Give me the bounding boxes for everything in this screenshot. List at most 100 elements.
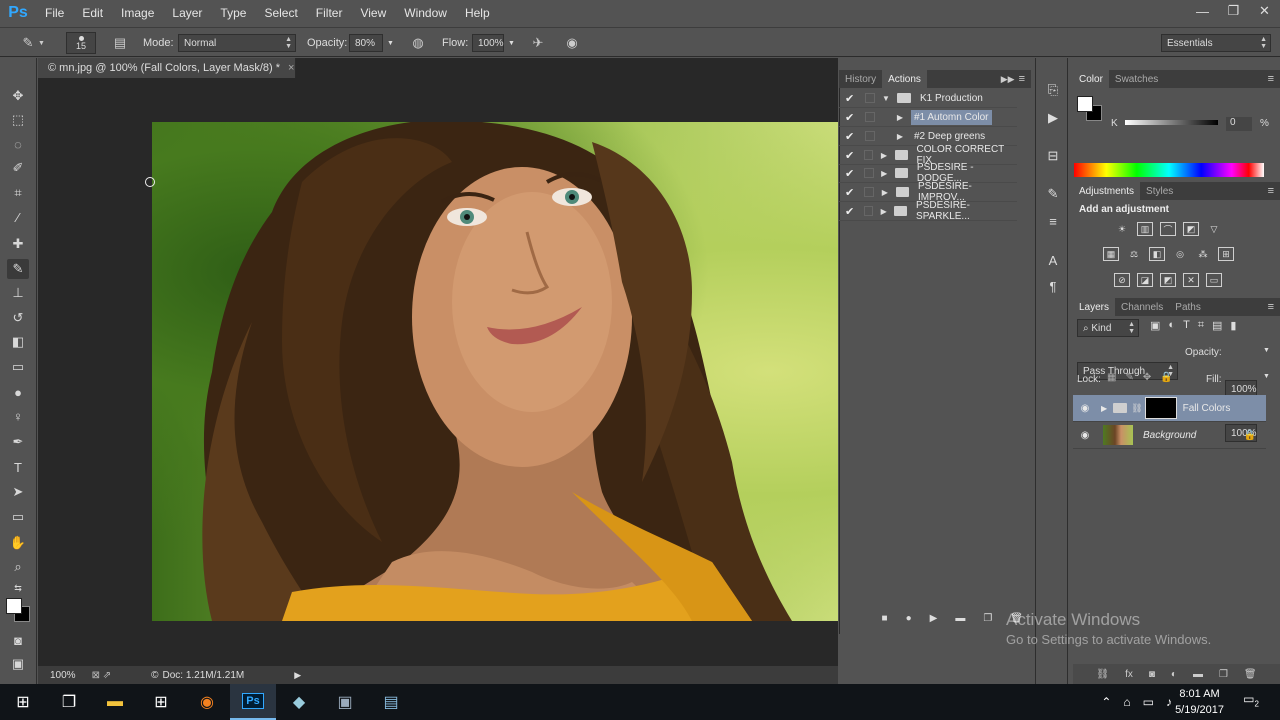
status-menu-arrow-icon[interactable]: ▶ xyxy=(294,670,301,681)
filter-type-icon[interactable]: T xyxy=(1183,319,1190,332)
link-layers-icon[interactable]: ⛓ xyxy=(1096,669,1109,680)
lasso-tool-icon[interactable]: ◌ xyxy=(7,134,29,154)
action-row[interactable]: ✔ ▶ PSDESIRE-SPARKLE... xyxy=(839,200,1017,222)
tool-preset-arrow-icon[interactable]: ▼ xyxy=(38,40,45,47)
clone-stamp-tool-icon[interactable]: ⊥ xyxy=(7,283,29,303)
toggle-check-icon[interactable]: ✔ xyxy=(845,167,856,180)
healing-brush-tool-icon[interactable]: ✚ xyxy=(7,234,29,254)
layer-name[interactable]: Background xyxy=(1143,430,1196,441)
zoom-tool-icon[interactable]: ⌕ xyxy=(7,557,29,577)
menu-type[interactable]: Type xyxy=(211,6,255,20)
play-icon[interactable]: ▶ xyxy=(930,613,938,624)
menu-image[interactable]: Image xyxy=(112,6,163,20)
mask-link-icon[interactable]: ⛓ xyxy=(1131,403,1142,414)
filter-toggle-icon[interactable]: ▮ xyxy=(1230,319,1236,332)
brush-tool-icon[interactable]: ✎ xyxy=(7,259,29,279)
marquee-tool-icon[interactable]: ⬚ xyxy=(7,110,29,130)
expand-icon[interactable]: ▶ xyxy=(880,169,889,178)
screen-mode-icon[interactable]: ▣ xyxy=(7,654,29,674)
move-tool-icon[interactable]: ✥ xyxy=(7,86,29,106)
collapse-icon[interactable]: ▼ xyxy=(881,94,891,103)
delete-layer-icon[interactable]: 🗑 xyxy=(1244,669,1257,680)
notification-icon[interactable]: ▭2 xyxy=(1241,692,1261,710)
new-layer-icon[interactable]: ❐ xyxy=(1219,669,1228,680)
status-icons[interactable]: ⊠ ⇗ xyxy=(92,670,112,681)
panel-menu-icon[interactable]: ≡ xyxy=(1268,301,1274,313)
tab-layers[interactable]: Layers xyxy=(1073,298,1116,316)
windows-start-icon[interactable]: ⊞ xyxy=(0,684,46,720)
hue-saturation-icon[interactable]: ▦ xyxy=(1103,247,1119,261)
app-icon[interactable]: ◉ xyxy=(184,684,230,720)
tab-adjustments[interactable]: Adjustments xyxy=(1073,182,1141,200)
display-icon[interactable]: ▭ xyxy=(1143,695,1154,709)
invert-icon[interactable]: ⊘ xyxy=(1114,273,1130,287)
character-panel-icon[interactable]: A xyxy=(1042,250,1064,270)
hand-tool-icon[interactable]: ✋ xyxy=(7,533,29,553)
menu-window[interactable]: Window xyxy=(395,6,456,20)
filter-smart-icon[interactable]: ▤ xyxy=(1212,319,1222,332)
layer-row[interactable]: ◉ ▶ ⛓ Fall Colors xyxy=(1073,395,1266,422)
flow-slider-arrow-icon[interactable]: ▼ xyxy=(508,40,515,47)
action-row[interactable]: ✔ ▼ K1 Production xyxy=(839,89,1017,108)
record-icon[interactable]: ● xyxy=(906,613,912,624)
stop-icon[interactable]: ■ xyxy=(882,613,888,624)
image-canvas[interactable] xyxy=(152,122,838,621)
filter-adjustment-icon[interactable]: ◐ xyxy=(1168,319,1175,332)
opacity-slider-arrow-icon[interactable]: ▼ xyxy=(387,40,394,47)
dialog-toggle-box[interactable] xyxy=(863,206,874,216)
photo-filter-icon[interactable]: ◎ xyxy=(1172,247,1188,261)
filter-shape-icon[interactable]: ⌗ xyxy=(1198,319,1204,332)
brush-panel-icon[interactable]: ≡ xyxy=(1042,211,1064,231)
expand-icon[interactable]: ▶ xyxy=(879,207,888,216)
type-tool-icon[interactable]: T xyxy=(7,457,29,477)
app-icon-2[interactable]: ◆ xyxy=(276,684,322,720)
menu-layer[interactable]: Layer xyxy=(163,6,211,20)
color-spectrum[interactable] xyxy=(1074,163,1264,177)
dialog-toggle-box[interactable] xyxy=(865,112,875,122)
posterize-icon[interactable]: ◪ xyxy=(1137,273,1153,287)
pressure-size-icon[interactable]: ◉ xyxy=(562,33,582,53)
brightness-icon[interactable]: ☀ xyxy=(1114,222,1130,236)
new-action-icon[interactable]: ❐ xyxy=(983,613,992,624)
panel-menu-icon[interactable]: ≡ xyxy=(1019,73,1025,85)
expand-icon[interactable]: ▶ xyxy=(880,188,890,197)
toggle-check-icon[interactable]: ✔ xyxy=(845,130,857,143)
history-brush-tool-icon[interactable]: ↺ xyxy=(7,308,29,328)
lock-all-icon[interactable]: 🔒 xyxy=(1160,372,1172,383)
menu-view[interactable]: View xyxy=(351,6,395,20)
task-view-icon[interactable]: ❐ xyxy=(46,684,92,720)
menu-file[interactable]: File xyxy=(36,6,73,20)
panel-menu-icon[interactable]: ≡ xyxy=(1268,73,1274,85)
network-icon[interactable]: ⌂ xyxy=(1123,695,1130,709)
menu-help[interactable]: Help xyxy=(456,6,499,20)
levels-icon[interactable]: ▥ xyxy=(1137,222,1153,236)
add-mask-icon[interactable]: ◙ xyxy=(1149,669,1155,680)
dodge-tool-icon[interactable]: ♀ xyxy=(7,406,29,426)
layer-name[interactable]: Fall Colors xyxy=(1183,403,1231,414)
gradient-map-icon[interactable]: ▭ xyxy=(1206,273,1222,287)
tab-styles[interactable]: Styles xyxy=(1140,182,1179,200)
threshold-icon[interactable]: ◩ xyxy=(1160,273,1176,287)
expand-group-icon[interactable]: ▶ xyxy=(1101,404,1107,413)
new-group-icon[interactable]: ▬ xyxy=(1193,669,1203,680)
tab-swatches[interactable]: Swatches xyxy=(1109,70,1164,88)
toggle-check-icon[interactable]: ✔ xyxy=(845,205,856,218)
opacity-arrow-icon[interactable]: ▼ xyxy=(1263,347,1270,354)
layer-mask-thumbnail[interactable] xyxy=(1144,397,1177,419)
brush-size-picker[interactable]: 15 xyxy=(66,32,96,54)
mode-dropdown[interactable]: Normal ▲ ▼ xyxy=(178,34,296,52)
paragraph-panel-icon[interactable]: ¶ xyxy=(1042,276,1064,296)
curves-icon[interactable]: ⌒ xyxy=(1160,222,1176,236)
file-explorer-icon[interactable]: ▬ xyxy=(92,684,138,720)
close-tab-icon[interactable]: × xyxy=(288,62,294,74)
workspace-dropdown[interactable]: Essentials ▲ ▼ xyxy=(1161,34,1271,52)
store-icon[interactable]: ⊞ xyxy=(138,684,184,720)
photoshop-taskbar-icon[interactable]: Ps xyxy=(230,684,276,720)
layer-row[interactable]: ◉ Background 🔒 xyxy=(1073,422,1266,449)
path-select-tool-icon[interactable]: ➤ xyxy=(7,482,29,502)
dialog-toggle-box[interactable] xyxy=(865,131,875,141)
app-icon-4[interactable]: ▤ xyxy=(368,684,414,720)
dialog-toggle-box[interactable] xyxy=(864,187,875,197)
color-lookup-icon[interactable]: ⊞ xyxy=(1218,247,1234,261)
new-adjustment-icon[interactable]: ◐ xyxy=(1171,669,1177,680)
